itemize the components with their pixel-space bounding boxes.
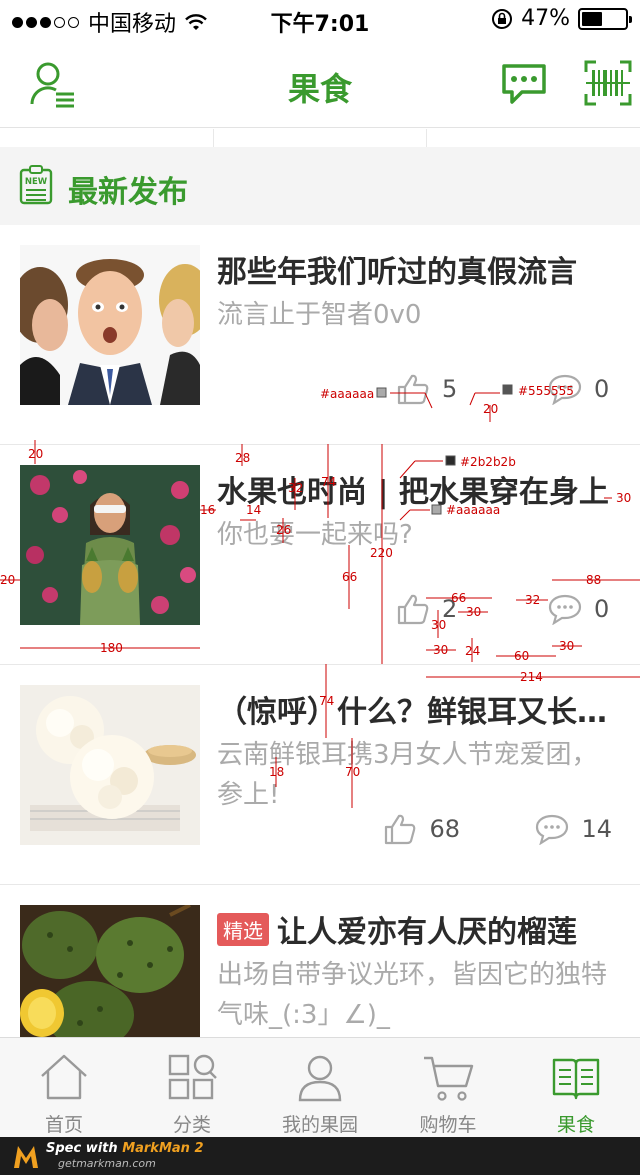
battery-icon: [578, 7, 632, 30]
tab-label: 分类: [172, 1114, 211, 1136]
divider: [213, 129, 214, 147]
like-count: 2: [442, 595, 458, 623]
durian-photo: [20, 905, 200, 1037]
tab-cart[interactable]: 购物车: [384, 1038, 512, 1138]
nav-bar: 果食: [0, 40, 640, 128]
new-badge-text: NEW: [25, 177, 48, 187]
markman-brand: MarkMan 2: [122, 1141, 204, 1156]
tab-guoshi[interactable]: 果食: [512, 1038, 640, 1138]
tab-home[interactable]: 首页: [0, 1038, 128, 1138]
comment-count: 14: [581, 815, 612, 843]
person-icon: [298, 1055, 342, 1102]
comment-button[interactable]: 14: [535, 813, 612, 845]
battery-fill: [582, 11, 602, 26]
article-item[interactable]: 精选 让人爱亦有人厌的榴莲 出场自带争议光环，皆因它的独特气味_(:3」∠)_: [0, 885, 640, 1037]
divider: [426, 129, 427, 147]
comment-icon: [548, 594, 582, 625]
comment-icon: [536, 814, 569, 845]
article-desc: 云南鲜银耳携3月女人节宠爱团，参上!: [217, 740, 598, 810]
markman-tagline: Spec with MarkMan 2: [46, 1141, 204, 1156]
comment-count: 0: [594, 375, 610, 403]
article-title: 精选 让人爱亦有人厌的榴莲: [217, 907, 617, 951]
comment-count: 0: [594, 595, 610, 623]
article-item[interactable]: 那些年我们听过的真假流言 流言止于智者0v0 5 0: [0, 225, 640, 445]
tab-label: 购物车: [419, 1114, 477, 1136]
home-icon: [41, 1054, 87, 1100]
thumbs-up-icon: [397, 594, 429, 625]
status-bar: 中国移动 下午7:01 47%: [0, 0, 640, 40]
tab-label: 首页: [44, 1114, 83, 1136]
article-desc: 流言止于智者0v0: [217, 300, 422, 330]
new-clipboard-icon: NEW: [19, 165, 53, 205]
article-item[interactable]: （惊呼）什么？鲜银耳又长毛了 云南鲜银耳携3月女人节宠爱团，参上! 68 14: [0, 665, 640, 885]
thumbs-up-icon: [397, 374, 429, 405]
tab-label: 我的果园: [281, 1114, 358, 1136]
man-being-whispered-photo: [20, 245, 200, 405]
thumbs-up-icon: [385, 814, 416, 845]
status-right: 47%: [491, 6, 632, 31]
markman-prefix: Spec with: [46, 1141, 123, 1156]
like-count: 68: [429, 815, 460, 843]
white-fungus-photo: [20, 685, 200, 845]
article-title: 那些年我们听过的真假流言: [217, 255, 577, 290]
orientation-lock-icon: [492, 8, 513, 29]
article-title: （惊呼）什么？鲜银耳又长毛了: [217, 695, 617, 730]
battery-percent: 47%: [521, 6, 570, 31]
markman-banner: Spec with MarkMan 2 getmarkman.com: [0, 1137, 640, 1175]
like-count: 5: [442, 375, 458, 403]
comment-button[interactable]: 0: [548, 593, 612, 625]
article-title-text: 让人爱亦有人厌的榴莲: [277, 915, 577, 950]
tab-bar: 首页 分类 我的果园 购物车 果食: [0, 1037, 640, 1137]
category-grid-icon: [168, 1054, 217, 1100]
tab-category[interactable]: 分类: [128, 1038, 256, 1138]
markman-logo-icon: [14, 1146, 38, 1168]
like-button[interactable]: 2: [396, 593, 460, 625]
comment-icon: [548, 374, 582, 405]
woman-with-pineapples-photo: [20, 465, 200, 625]
category-strip: [0, 129, 640, 147]
tab-label: 果食: [556, 1114, 595, 1136]
article-title: 水果也时尚 | 把水果穿在身上: [217, 475, 609, 510]
section-title: 最新发布: [68, 175, 188, 210]
tab-my-orchard[interactable]: 我的果园: [256, 1038, 384, 1138]
message-icon[interactable]: [500, 60, 548, 106]
barcode-scan-icon[interactable]: [584, 60, 632, 106]
cart-icon: [424, 1056, 474, 1101]
open-book-icon: [552, 1058, 600, 1100]
like-button[interactable]: 68: [383, 813, 460, 845]
featured-badge: 精选: [217, 913, 269, 946]
markman-site: getmarkman.com: [58, 1157, 156, 1170]
article-desc: 出场自带争议光环，皆因它的独特气味_(:3」∠)_: [217, 960, 608, 1030]
like-button[interactable]: 5: [396, 373, 460, 405]
section-header: NEW 最新发布: [0, 147, 640, 225]
article-desc: 你也要一起来吗?: [217, 520, 413, 550]
article-item[interactable]: 水果也时尚 | 把水果穿在身上 你也要一起来吗? 2 0: [0, 445, 640, 665]
comment-button[interactable]: 0: [548, 373, 612, 405]
